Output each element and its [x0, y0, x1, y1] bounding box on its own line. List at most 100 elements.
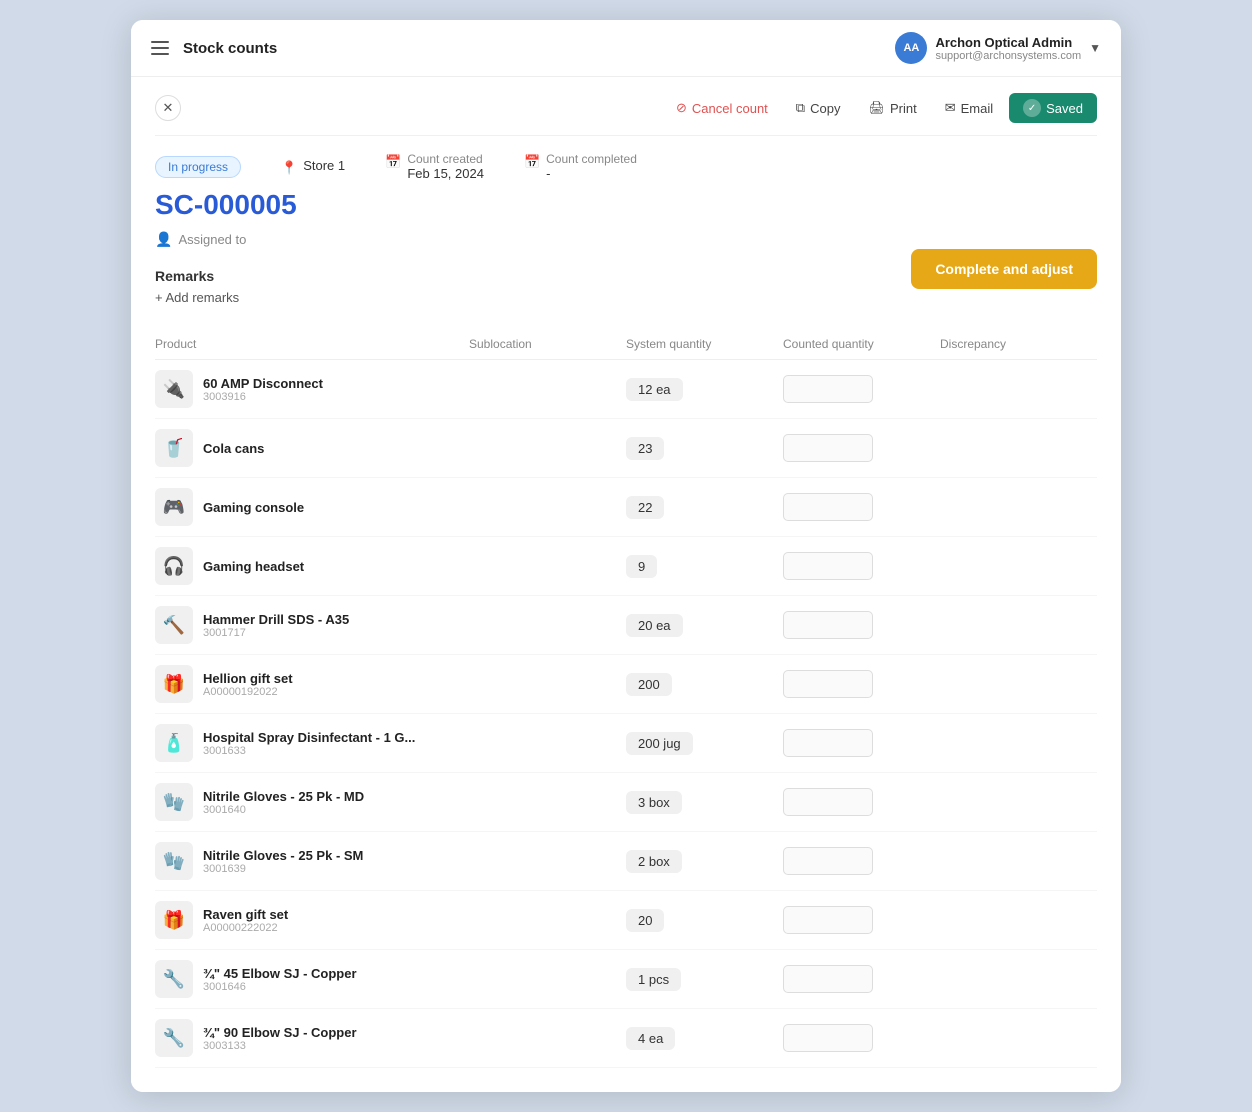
- product-thumbnail: 🎁: [155, 901, 193, 939]
- counted-qty-cell[interactable]: [783, 1024, 940, 1052]
- product-name: Hellion gift set: [203, 671, 293, 686]
- count-created-date: Feb 15, 2024: [407, 166, 484, 181]
- avatar: AA: [895, 32, 927, 64]
- table-row: 🎁 Raven gift set A00000222022 20: [155, 891, 1097, 950]
- counted-qty-cell[interactable]: [783, 847, 940, 875]
- product-cell: 🥤 Cola cans: [155, 429, 469, 467]
- product-cell: 🎮 Gaming console: [155, 488, 469, 526]
- product-sku: A00000192022: [203, 686, 293, 698]
- system-qty-cell: 200: [626, 673, 783, 696]
- counted-qty-cell[interactable]: [783, 788, 940, 816]
- add-remarks-button[interactable]: + Add remarks: [155, 290, 239, 305]
- count-created-label: Count created: [407, 152, 484, 166]
- product-name: Raven gift set: [203, 907, 288, 922]
- counted-qty-input[interactable]: [783, 1024, 873, 1052]
- system-qty-badge: 20 ea: [626, 614, 683, 637]
- product-thumbnail: 🔌: [155, 370, 193, 408]
- counted-qty-cell[interactable]: [783, 552, 940, 580]
- system-qty-cell: 2 box: [626, 850, 783, 873]
- counted-qty-input[interactable]: [783, 906, 873, 934]
- copy-button[interactable]: ⧉ Copy: [784, 94, 853, 122]
- product-sku: 3001646: [203, 981, 357, 993]
- user-info: Archon Optical Admin support@archonsyste…: [935, 35, 1081, 62]
- system-qty-cell: 4 ea: [626, 1027, 783, 1050]
- product-thumbnail: 🎧: [155, 547, 193, 585]
- cancel-count-button[interactable]: ⊘ Cancel count: [664, 94, 780, 122]
- product-sku: 3001717: [203, 627, 349, 639]
- col-counted-qty: Counted quantity: [783, 337, 940, 351]
- product-name: 60 AMP Disconnect: [203, 376, 323, 391]
- content-area: ✕ ⊘ Cancel count ⧉ Copy 🖨 Print ✉ Email …: [131, 77, 1121, 1092]
- product-name: ¾" 90 Elbow SJ - Copper: [203, 1025, 357, 1040]
- saved-button[interactable]: ✓ Saved: [1009, 93, 1097, 123]
- col-product: Product: [155, 337, 469, 351]
- system-qty-badge: 200 jug: [626, 732, 693, 755]
- counted-qty-input[interactable]: [783, 670, 873, 698]
- count-completed-value: -: [546, 166, 637, 181]
- top-nav: Stock counts AA Archon Optical Admin sup…: [131, 20, 1121, 77]
- email-button[interactable]: ✉ Email: [933, 94, 1005, 122]
- table-row: 🥤 Cola cans 23: [155, 419, 1097, 478]
- system-qty-cell: 9: [626, 555, 783, 578]
- close-button[interactable]: ✕: [155, 95, 181, 121]
- calendar-check-icon: 📅: [524, 154, 540, 170]
- system-qty-cell: 20 ea: [626, 614, 783, 637]
- col-sublocation: Sublocation: [469, 337, 626, 351]
- product-cell: 🧤 Nitrile Gloves - 25 Pk - SM 3001639: [155, 842, 469, 880]
- counted-qty-cell[interactable]: [783, 670, 940, 698]
- product-cell: 🔨 Hammer Drill SDS - A35 3001717: [155, 606, 469, 644]
- system-qty-badge: 9: [626, 555, 657, 578]
- product-cell: 🔧 ¾" 45 Elbow SJ - Copper 3001646: [155, 960, 469, 998]
- remarks-title: Remarks: [155, 268, 239, 284]
- counted-qty-cell[interactable]: [783, 611, 940, 639]
- counted-qty-input[interactable]: [783, 788, 873, 816]
- product-cell: 🎁 Hellion gift set A00000192022: [155, 665, 469, 703]
- product-sku: 3001639: [203, 863, 363, 875]
- complete-and-adjust-button[interactable]: Complete and adjust: [911, 249, 1097, 289]
- location-icon: 📍: [281, 160, 297, 176]
- product-sku: 3001633: [203, 745, 415, 757]
- system-qty-badge: 12 ea: [626, 378, 683, 401]
- product-thumbnail: 🧤: [155, 783, 193, 821]
- counted-qty-input[interactable]: [783, 729, 873, 757]
- person-icon: 👤: [155, 231, 172, 248]
- counted-qty-input[interactable]: [783, 552, 873, 580]
- product-cell: 🔧 ¾" 90 Elbow SJ - Copper 3003133: [155, 1019, 469, 1057]
- counted-qty-input[interactable]: [783, 375, 873, 403]
- counted-qty-cell[interactable]: [783, 493, 940, 521]
- product-thumbnail: 🧤: [155, 842, 193, 880]
- status-badge: In progress: [155, 156, 241, 178]
- assigned-label: Assigned to: [178, 232, 246, 247]
- counted-qty-cell[interactable]: [783, 965, 940, 993]
- product-name: ¾" 45 Elbow SJ - Copper: [203, 966, 357, 981]
- print-button[interactable]: 🖨 Print: [856, 94, 928, 122]
- app-title: Stock counts: [183, 40, 277, 57]
- product-name: Cola cans: [203, 441, 264, 456]
- counted-qty-input[interactable]: [783, 847, 873, 875]
- nav-right: AA Archon Optical Admin support@archonsy…: [895, 32, 1101, 64]
- system-qty-cell: 20: [626, 909, 783, 932]
- product-thumbnail: 🧴: [155, 724, 193, 762]
- product-sku: 3001640: [203, 804, 364, 816]
- product-cell: 🎁 Raven gift set A00000222022: [155, 901, 469, 939]
- table-row: 🎮 Gaming console 22: [155, 478, 1097, 537]
- table-row: 🔧 ¾" 90 Elbow SJ - Copper 3003133 4 ea: [155, 1009, 1097, 1068]
- counted-qty-cell[interactable]: [783, 729, 940, 757]
- user-email: support@archonsystems.com: [935, 50, 1081, 62]
- nav-left: Stock counts: [151, 40, 277, 57]
- counted-qty-input[interactable]: [783, 611, 873, 639]
- app-window: Stock counts AA Archon Optical Admin sup…: [131, 20, 1121, 1092]
- counted-qty-input[interactable]: [783, 493, 873, 521]
- counted-qty-input[interactable]: [783, 434, 873, 462]
- counted-qty-cell[interactable]: [783, 906, 940, 934]
- chevron-down-icon[interactable]: ▼: [1089, 41, 1101, 55]
- product-name: Nitrile Gloves - 25 Pk - SM: [203, 848, 363, 863]
- store-meta: 📍 Store 1: [281, 158, 345, 176]
- assigned-row: 👤 Assigned to: [155, 231, 1097, 248]
- counted-qty-cell[interactable]: [783, 434, 940, 462]
- col-discrepancy: Discrepancy: [940, 337, 1097, 351]
- counted-qty-input[interactable]: [783, 965, 873, 993]
- hamburger-icon[interactable]: [151, 41, 169, 55]
- counted-qty-cell[interactable]: [783, 375, 940, 403]
- system-qty-badge: 3 box: [626, 791, 682, 814]
